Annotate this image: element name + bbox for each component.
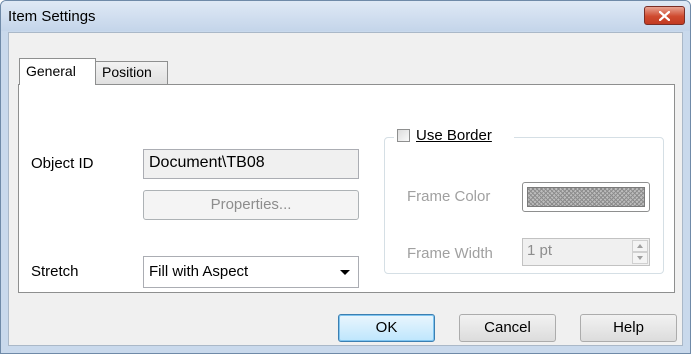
chevron-up-icon <box>637 244 643 248</box>
spin-down-button[interactable] <box>632 252 648 264</box>
frame-width-spinner[interactable]: 1 pt <box>522 238 650 266</box>
use-border-checkbox[interactable]: Use Border <box>394 126 514 146</box>
object-id-value: Document\TB08 <box>149 154 265 171</box>
general-panel: Object ID Document\TB08 Properties... St… <box>18 84 675 293</box>
item-settings-window: Item Settings General Position Object ID… <box>0 0 691 354</box>
tab-position[interactable]: Position <box>95 61 168 84</box>
title-bar[interactable]: Item Settings <box>1 1 690 31</box>
stretch-dropdown[interactable]: Fill with Aspect <box>143 256 359 288</box>
tab-position-label: Position <box>102 64 152 80</box>
frame-width-value: 1 pt <box>527 242 553 259</box>
window-title: Item Settings <box>8 8 96 25</box>
close-button[interactable] <box>644 6 685 25</box>
frame-color-label: Frame Color <box>407 188 491 205</box>
tab-general-label: General <box>26 63 76 79</box>
cancel-button[interactable]: Cancel <box>459 314 556 342</box>
spin-up-button[interactable] <box>632 240 648 252</box>
help-button[interactable]: Help <box>580 314 677 342</box>
chevron-down-icon <box>637 256 643 260</box>
frame-color-button[interactable] <box>522 182 650 212</box>
properties-button[interactable]: Properties... <box>143 190 359 220</box>
checkbox-icon <box>397 129 410 142</box>
object-id-label: Object ID <box>31 155 94 172</box>
frame-width-label: Frame Width <box>407 245 493 262</box>
ok-button[interactable]: OK <box>338 314 435 342</box>
object-id-field[interactable]: Document\TB08 <box>143 149 359 179</box>
tab-general[interactable]: General <box>19 58 96 85</box>
stretch-label: Stretch <box>31 263 79 280</box>
close-icon <box>659 11 670 21</box>
dialog-body: General Position Object ID Document\TB08… <box>8 32 683 346</box>
chevron-down-icon <box>340 270 350 275</box>
stretch-value: Fill with Aspect <box>149 263 249 280</box>
use-border-label: Use Border <box>416 127 492 144</box>
color-swatch <box>527 187 645 207</box>
